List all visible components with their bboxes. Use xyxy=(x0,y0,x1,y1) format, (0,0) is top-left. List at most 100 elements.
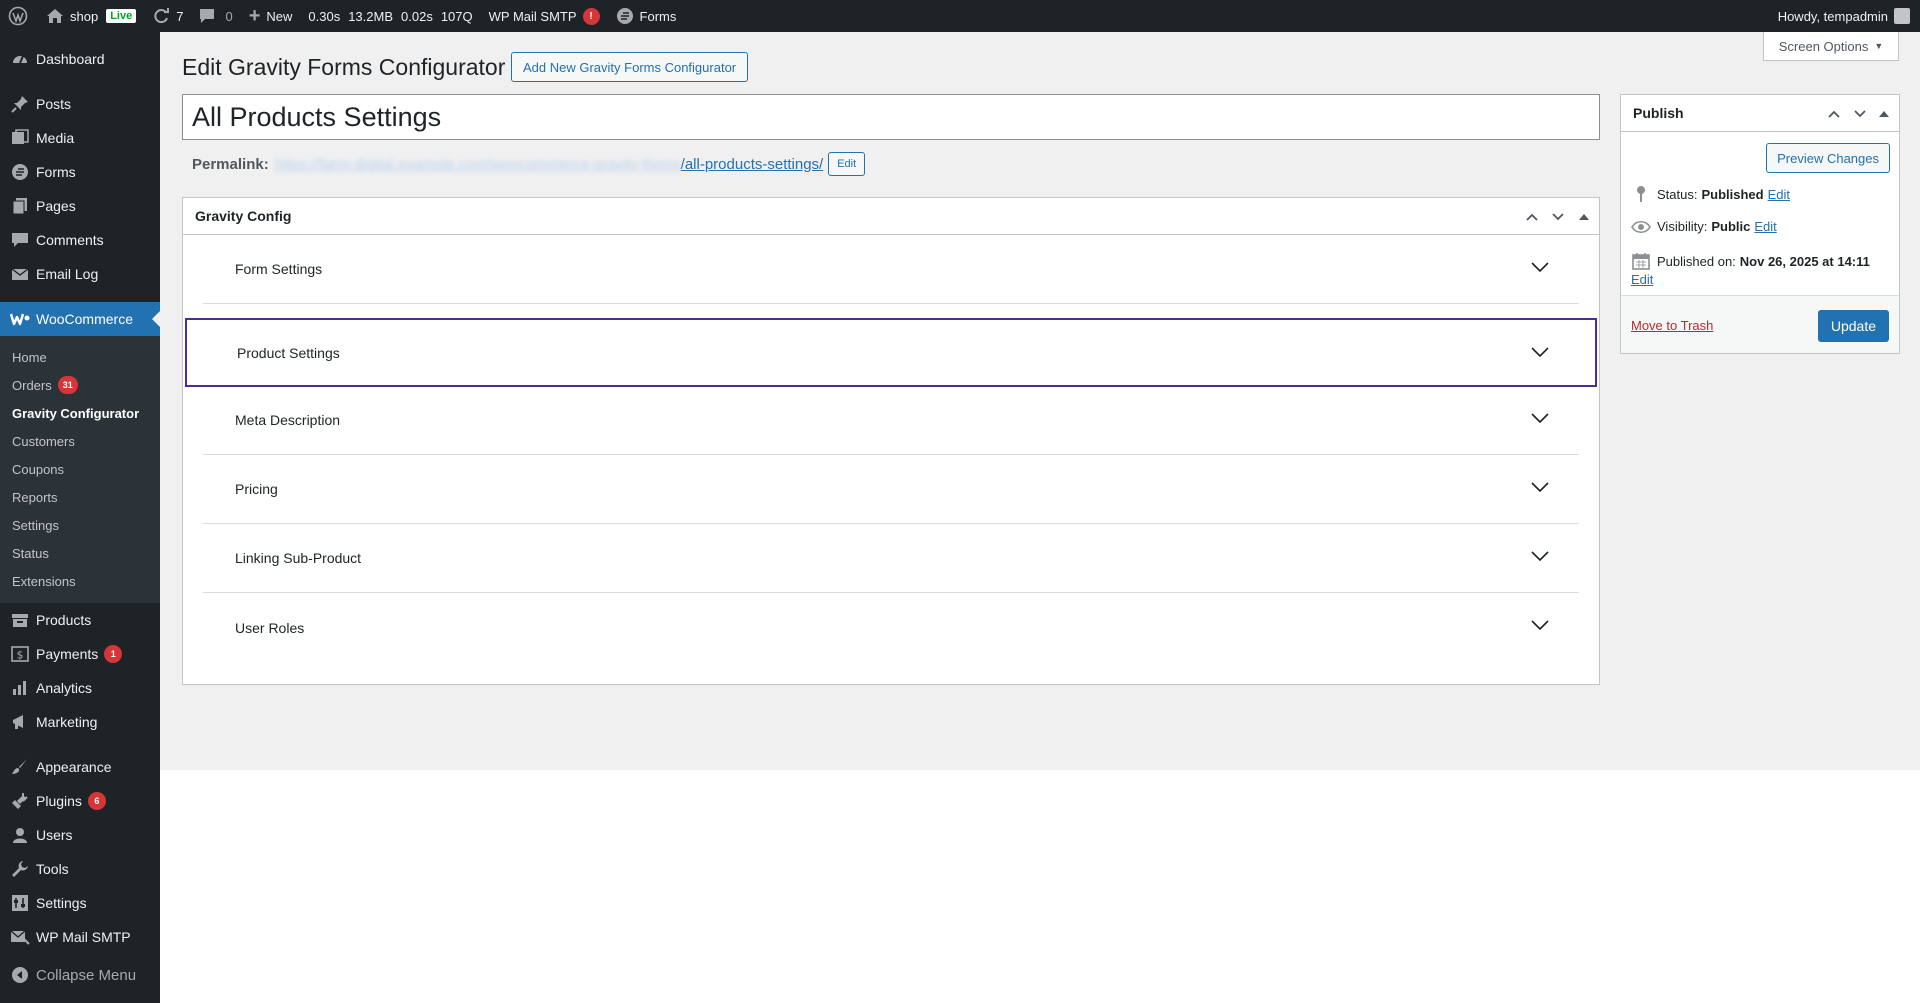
menu-appearance[interactable]: Appearance xyxy=(0,750,160,784)
metabox-title: Gravity Config xyxy=(195,208,292,224)
menu-label: Plugins xyxy=(36,793,82,809)
submenu-status[interactable]: Status xyxy=(0,539,160,567)
admin-sidebar: Dashboard Posts Media Forms Pages Commen… xyxy=(0,32,160,1003)
dollar-icon: $ xyxy=(10,644,30,664)
section-label: User Roles xyxy=(235,619,305,636)
section-user-roles[interactable]: User Roles xyxy=(203,593,1579,662)
calendar-icon xyxy=(1631,252,1651,270)
admin-bar: shop Live 7 0 + New 0.30s 13.2MB 0.02s 1… xyxy=(0,0,1920,32)
query-monitor-menu[interactable]: 0.30s 13.2MB 0.02s 107Q xyxy=(300,0,480,32)
avatar xyxy=(1894,8,1910,24)
wordpress-logo-icon xyxy=(8,6,28,26)
toggle-panel-icon[interactable] xyxy=(1571,198,1597,235)
wrench-icon xyxy=(10,859,30,879)
menu-label: Dashboard xyxy=(36,51,105,67)
section-label: Product Settings xyxy=(237,344,340,361)
svg-text:$: $ xyxy=(17,649,24,662)
menu-label: WooCommerce xyxy=(36,311,133,327)
wp-logo-menu[interactable] xyxy=(0,0,38,32)
submenu-customers[interactable]: Customers xyxy=(0,427,160,455)
permalink-edit-button[interactable]: Edit xyxy=(828,152,866,176)
comments-menu[interactable]: 0 xyxy=(191,0,240,32)
menu-analytics[interactable]: Analytics xyxy=(0,671,160,705)
collapse-menu-button[interactable]: Collapse Menu xyxy=(0,958,160,992)
chevron-down-icon xyxy=(1531,479,1549,495)
submenu-settings[interactable]: Settings xyxy=(0,511,160,539)
menu-products[interactable]: Products xyxy=(0,603,160,637)
menu-wp-mail-smtp[interactable]: WP Mail SMTP xyxy=(0,920,160,954)
updates-menu[interactable]: 7 xyxy=(144,0,191,32)
publish-header: Publish xyxy=(1621,95,1899,132)
new-content-menu[interactable]: + New xyxy=(241,0,301,32)
menu-users[interactable]: Users xyxy=(0,818,160,852)
submenu-label: Reports xyxy=(12,489,58,505)
forms-menu[interactable]: Forms xyxy=(608,0,685,32)
submenu-extensions[interactable]: Extensions xyxy=(0,567,160,595)
screen-options-button[interactable]: Screen Options ▼ xyxy=(1763,32,1899,61)
add-new-button[interactable]: Add New Gravity Forms Configurator xyxy=(511,52,749,82)
menu-label: Products xyxy=(36,612,92,628)
menu-comments[interactable]: Comments xyxy=(0,223,160,257)
edit-visibility-link[interactable]: Edit xyxy=(1754,219,1776,234)
submenu-coupons[interactable]: Coupons xyxy=(0,455,160,483)
section-meta-description[interactable]: Meta Description xyxy=(203,386,1579,455)
menu-tools[interactable]: Tools xyxy=(0,852,160,886)
menu-payments[interactable]: $ Payments 1 xyxy=(0,637,160,671)
move-down-icon[interactable] xyxy=(1545,198,1571,235)
submenu-home[interactable]: Home xyxy=(0,343,160,371)
stat-time: 0.30s xyxy=(308,8,341,24)
permalink-slug-link[interactable]: /all-products-settings/ xyxy=(681,156,824,173)
updates-icon xyxy=(152,7,170,25)
settings-icon xyxy=(10,893,30,913)
menu-dashboard[interactable]: Dashboard xyxy=(0,42,160,76)
menu-posts[interactable]: Posts xyxy=(0,87,160,121)
menu-pages[interactable]: Pages xyxy=(0,189,160,223)
menu-woocommerce[interactable]: WooCommerce xyxy=(0,302,160,336)
move-down-icon[interactable] xyxy=(1847,95,1873,132)
submenu-gravity-configurator[interactable]: Gravity Configurator xyxy=(0,399,160,427)
menu-label: Payments xyxy=(36,646,99,662)
my-account-menu[interactable]: Howdy, tempadmin xyxy=(1770,0,1920,32)
publish-metabox: Publish Preview Changes Status: Publishe… xyxy=(1620,94,1900,354)
section-pricing[interactable]: Pricing xyxy=(203,455,1579,524)
user-icon xyxy=(10,825,30,845)
menu-media[interactable]: Media xyxy=(0,121,160,155)
archive-icon xyxy=(10,610,30,630)
edit-status-link[interactable]: Edit xyxy=(1768,187,1790,202)
payments-count-badge: 1 xyxy=(104,645,123,663)
smtp-menu[interactable]: WP Mail SMTP ! xyxy=(481,0,608,32)
section-label: Linking Sub-Product xyxy=(235,550,362,566)
menu-forms[interactable]: Forms xyxy=(0,155,160,189)
menu-settings[interactable]: Settings xyxy=(0,886,160,920)
toggle-panel-icon[interactable] xyxy=(1871,95,1897,132)
move-up-icon[interactable] xyxy=(1821,95,1847,132)
post-title-input[interactable]: All Products Settings xyxy=(182,94,1600,140)
edit-date-link[interactable]: Edit xyxy=(1631,272,1653,287)
site-name-menu[interactable]: shop Live xyxy=(38,0,144,32)
move-to-trash-link[interactable]: Move to Trash xyxy=(1631,318,1713,333)
menu-plugins[interactable]: Plugins 6 xyxy=(0,784,160,818)
section-linking-sub-product[interactable]: Linking Sub-Product xyxy=(203,524,1579,593)
howdy-text: Howdy, tempadmin xyxy=(1777,8,1888,24)
menu-label: Email Log xyxy=(36,266,99,282)
pages-icon xyxy=(10,196,30,216)
submenu-reports[interactable]: Reports xyxy=(0,483,160,511)
mail-smtp-icon xyxy=(10,927,30,947)
menu-marketing[interactable]: Marketing xyxy=(0,705,160,739)
section-form-settings[interactable]: Form Settings xyxy=(203,235,1579,304)
update-button[interactable]: Update xyxy=(1817,310,1889,342)
menu-email-log[interactable]: Email Log xyxy=(0,257,160,291)
permalink-row: Permalink: https://farm-digital.example.… xyxy=(192,152,866,176)
chevron-down-icon xyxy=(1531,410,1549,426)
section-product-settings[interactable]: Product Settings xyxy=(185,318,1597,387)
post-title-value: All Products Settings xyxy=(192,101,442,132)
preview-changes-button[interactable]: Preview Changes xyxy=(1766,143,1890,173)
dashboard-icon xyxy=(10,49,30,69)
published-on-row: Published on: Nov 26, 2025 at 14:11 xyxy=(1631,252,1870,270)
submenu-orders[interactable]: Orders 31 xyxy=(0,371,160,399)
permalink-base-url[interactable]: https://farm-digital.example.com/woocomm… xyxy=(275,156,681,173)
permalink-label: Permalink: xyxy=(192,155,269,173)
move-up-icon[interactable] xyxy=(1519,198,1545,235)
section-label: Pricing xyxy=(235,481,278,497)
submenu-label: Home xyxy=(12,349,47,365)
